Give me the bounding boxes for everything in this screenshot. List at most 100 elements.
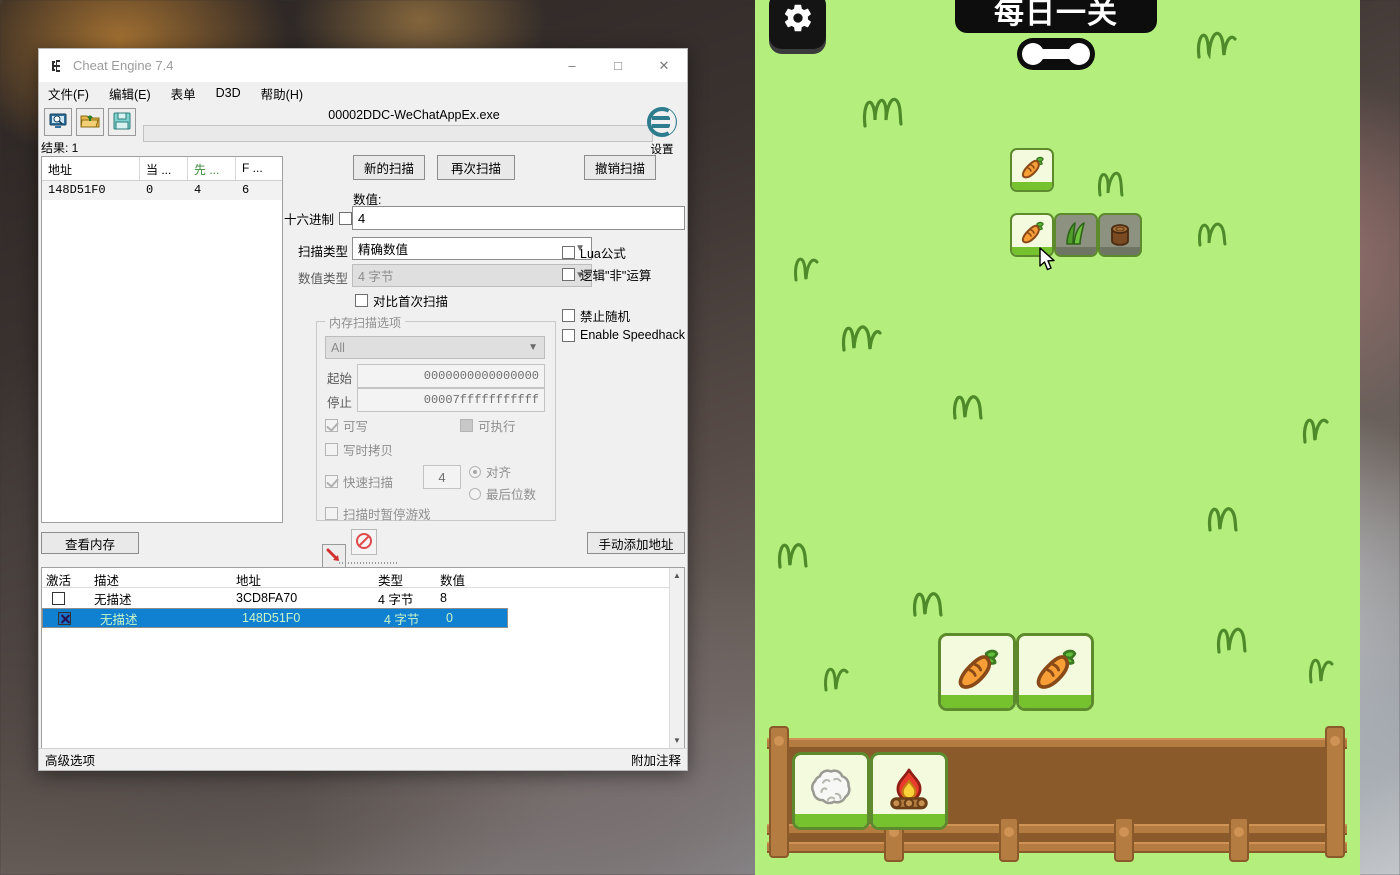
- stump-tile[interactable]: [1098, 213, 1142, 257]
- scan-value-input[interactable]: 4: [352, 206, 685, 230]
- settings-button[interactable]: [769, 0, 826, 49]
- process-select-button[interactable]: [44, 108, 72, 136]
- compare-first-scan-checkbox[interactable]: 对比首次扫描: [355, 291, 448, 310]
- grass-doodle: [790, 250, 822, 282]
- window-controls: – □ ✕: [549, 49, 687, 82]
- save-disk-icon: [112, 111, 132, 134]
- menu-item-d3d[interactable]: D3D: [213, 85, 244, 101]
- results-col-address[interactable]: 地址: [42, 157, 140, 180]
- not-operator-box[interactable]: [562, 268, 575, 281]
- add-address-manually-button[interactable]: 手动添加地址: [587, 532, 685, 554]
- executable-checkbox[interactable]: 可执行: [460, 416, 516, 435]
- panel-splitter[interactable]: [339, 560, 399, 565]
- results-col-previous[interactable]: 先 ...: [188, 157, 236, 180]
- grass-doodle: [860, 90, 908, 128]
- close-button[interactable]: ✕: [641, 49, 687, 82]
- copy-on-write-checkbox[interactable]: 写时拷贝: [325, 440, 393, 459]
- cotton-tile[interactable]: [792, 752, 870, 830]
- fence-rail: [767, 842, 1347, 853]
- row-active-checkbox[interactable]: [58, 611, 71, 625]
- view-memory-button[interactable]: 查看内存: [41, 532, 139, 554]
- last-digits-radio[interactable]: 最后位数: [469, 484, 536, 503]
- memory-region-select[interactable]: All ▼: [325, 336, 545, 359]
- minimize-button[interactable]: –: [549, 49, 595, 82]
- table-row[interactable]: 无描述 3CD8FA70 4 字节 8: [42, 588, 684, 608]
- fence-post: [1114, 817, 1134, 862]
- ct-col-type[interactable]: 类型: [374, 568, 436, 588]
- extra-notes-link[interactable]: 附加注释: [631, 750, 681, 769]
- save-file-button[interactable]: [108, 108, 136, 136]
- compare-first-scan-box[interactable]: [355, 294, 368, 307]
- scroll-up-icon[interactable]: ▲: [670, 568, 684, 583]
- table-row[interactable]: 无描述 148D51F0 4 字节 0: [42, 608, 508, 628]
- ct-col-value[interactable]: 数值: [436, 568, 496, 588]
- row-active-checkbox[interactable]: [52, 591, 65, 605]
- speedhack-box[interactable]: [562, 328, 575, 342]
- writable-box[interactable]: [325, 419, 338, 432]
- value-type-select[interactable]: 4 字节 ▼: [352, 264, 592, 287]
- titlebar[interactable]: Cheat Engine 7.4 – □ ✕: [39, 49, 687, 82]
- scan-type-value: 精确数值: [358, 243, 409, 257]
- row-value[interactable]: 8: [436, 591, 496, 605]
- fast-scan-checkbox[interactable]: 快速扫描: [325, 472, 393, 491]
- scan-type-select[interactable]: 精确数值 ▼: [352, 237, 592, 260]
- last-digits-radio-dot[interactable]: [469, 487, 481, 500]
- stop-address-input[interactable]: 00007fffffffffff: [357, 388, 545, 412]
- campfire-tile[interactable]: [870, 752, 948, 830]
- executable-box[interactable]: [460, 419, 473, 432]
- pause-game-checkbox[interactable]: 扫描时暂停游戏: [325, 504, 431, 523]
- alignment-radio-dot[interactable]: [469, 465, 481, 478]
- grass-tile[interactable]: [1054, 213, 1098, 257]
- not-operator-checkbox[interactable]: 逻辑"非"运算: [562, 265, 651, 284]
- row-description[interactable]: 无描述: [96, 609, 238, 628]
- cheat-table-scrollbar[interactable]: ▲ ▼: [669, 568, 684, 748]
- row-type[interactable]: 4 字节: [380, 609, 442, 628]
- row-address[interactable]: 3CD8FA70: [232, 591, 374, 605]
- disable-random-checkbox[interactable]: 禁止随机: [562, 306, 630, 325]
- ct-col-active[interactable]: 激活: [42, 568, 90, 588]
- row-type[interactable]: 4 字节: [374, 589, 436, 608]
- fast-scan-box[interactable]: [325, 475, 338, 488]
- alignment-radio[interactable]: 对齐: [469, 462, 511, 481]
- grass-doodle: [1195, 215, 1235, 247]
- results-col-first[interactable]: F ...: [236, 157, 282, 180]
- menu-item-help[interactable]: 帮助(H): [258, 83, 306, 104]
- new-scan-button[interactable]: 新的扫描: [353, 155, 425, 180]
- carrot-tile[interactable]: [1010, 148, 1054, 192]
- row-description[interactable]: 无描述: [90, 589, 232, 608]
- lua-formula-checkbox[interactable]: Lua公式: [562, 243, 626, 262]
- hex-checkbox-box[interactable]: [339, 212, 353, 225]
- menu-item-file[interactable]: 文件(F): [45, 83, 92, 104]
- hex-checkbox[interactable]: 十六进制: [284, 209, 353, 228]
- pause-game-box[interactable]: [325, 507, 338, 520]
- writable-checkbox[interactable]: 可写: [325, 416, 368, 435]
- speedhack-checkbox[interactable]: Enable Speedhack: [562, 328, 685, 342]
- fast-scan-value-input[interactable]: 4: [423, 465, 461, 489]
- advanced-options-link[interactable]: 高级选项: [45, 750, 95, 769]
- game-window: 每日一关: [755, 0, 1360, 875]
- copy-on-write-box[interactable]: [325, 443, 338, 456]
- settings-shortcut[interactable]: 设置: [642, 104, 682, 157]
- ct-col-description[interactable]: 描述: [90, 568, 232, 588]
- open-file-button[interactable]: [76, 108, 104, 136]
- undo-scan-button[interactable]: 撤销扫描: [584, 155, 656, 180]
- next-scan-button[interactable]: 再次扫描: [437, 155, 515, 180]
- carrot-tile-big[interactable]: [1016, 633, 1094, 711]
- row-value[interactable]: 0: [442, 611, 502, 625]
- ct-col-address[interactable]: 地址: [232, 568, 374, 588]
- results-col-current[interactable]: 当 ...: [140, 157, 188, 180]
- menu-item-edit[interactable]: 编辑(E): [106, 83, 154, 104]
- stop-scan-button[interactable]: [351, 529, 377, 555]
- disable-random-box[interactable]: [562, 309, 575, 322]
- row-address[interactable]: 148D51F0: [238, 611, 380, 625]
- carrot-tile-big[interactable]: [938, 633, 1016, 711]
- menu-item-table[interactable]: 表单: [168, 83, 199, 104]
- lua-formula-box[interactable]: [562, 246, 575, 259]
- scan-results-list[interactable]: 地址 当 ... 先 ... F ... 148D51F0 0 4 6: [41, 156, 283, 523]
- cheat-table[interactable]: 激活 描述 地址 类型 数值 无描述 3CD8FA70 4 字节 8 无描述 1…: [41, 567, 685, 749]
- maximize-button[interactable]: □: [595, 49, 641, 82]
- carrot-tile[interactable]: [1010, 213, 1054, 257]
- scroll-down-icon[interactable]: ▼: [670, 733, 684, 748]
- start-address-input[interactable]: 0000000000000000: [357, 364, 545, 388]
- results-row[interactable]: 148D51F0 0 4 6: [42, 181, 282, 200]
